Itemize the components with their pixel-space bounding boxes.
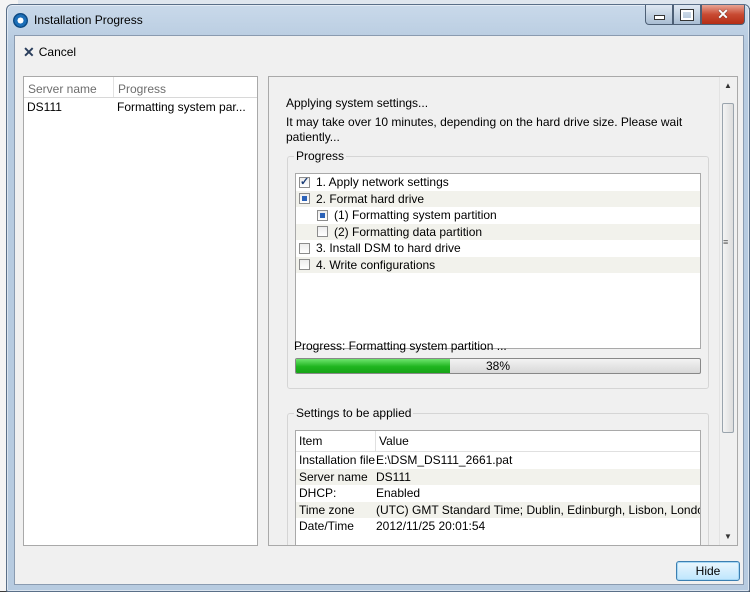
setting-item: Time zone (299, 502, 355, 517)
cancel-label: Cancel (38, 45, 77, 59)
step-label: (2) Formatting data partition (334, 224, 483, 239)
settings-group: Settings to be applied Item Value Instal… (287, 406, 709, 545)
settings-header-row: Item Value (296, 431, 700, 452)
progress-group-label: Progress (294, 149, 347, 163)
checked-checkbox-icon (299, 175, 310, 188)
step-label: 2. Format hard drive (316, 191, 425, 206)
toolbar: ✕ Cancel (15, 36, 743, 68)
step-label: 3. Install DSM to hard drive (316, 241, 461, 256)
partial-checkbox-icon (317, 209, 328, 221)
status-note: It may take over 10 minutes, depending o… (286, 115, 683, 144)
setting-value: DS111 (376, 469, 411, 484)
unchecked-checkbox-icon (317, 226, 328, 238)
column-header-item[interactable]: Item (296, 431, 376, 451)
progress-group: Progress 1. Apply network settings 2. Fo… (287, 149, 709, 389)
cancel-x-icon: ✕ (23, 44, 35, 60)
setting-value: Enabled (376, 486, 421, 501)
unchecked-checkbox-icon (299, 242, 310, 254)
progress-percent: 38% (485, 359, 511, 373)
details-pane: Applying system settings... It may take … (268, 76, 738, 546)
step-item: 3. Install DSM to hard drive (296, 240, 700, 257)
unchecked-checkbox-icon (299, 259, 310, 271)
table-row: Installation file E:\DSM_DS111_2661.pat (296, 452, 700, 469)
step-label: 4. Write configurations (316, 257, 436, 272)
scrollbar-grip-icon: ≡ (723, 237, 729, 247)
step-list: 1. Apply network settings 2. Format hard… (295, 173, 701, 349)
step-item: 2. Format hard drive (296, 190, 700, 207)
window-title: Installation Progress (34, 13, 143, 27)
column-header-progress[interactable]: Progress (114, 77, 257, 97)
status-heading: Applying system settings... (286, 96, 429, 110)
server-row[interactable]: DS111 Formatting system par... (24, 98, 257, 116)
minimize-button[interactable] (645, 5, 673, 25)
close-icon: ✕ (717, 6, 729, 22)
hide-button[interactable]: Hide (676, 561, 740, 581)
step-item: (1) Formatting system partition (296, 207, 700, 224)
partial-checkbox-icon (299, 193, 310, 205)
app-icon (13, 13, 28, 28)
step-label: (1) Formatting system partition (334, 208, 497, 223)
scrollbar-thumb[interactable] (722, 103, 734, 433)
table-row: Date/Time 2012/11/25 20:01:54 (296, 518, 700, 535)
step-item: 1. Apply network settings (296, 174, 700, 191)
title-bar[interactable]: Installation Progress ✕ (7, 5, 749, 35)
server-list[interactable]: Server name Progress DS111 Formatting sy… (23, 76, 258, 546)
setting-value: (UTC) GMT Standard Time; Dublin, Edinbur… (376, 502, 700, 517)
column-header-value[interactable]: Value (376, 434, 700, 448)
server-progress-cell: Formatting system par... (117, 100, 246, 114)
setting-value: E:\DSM_DS111_2661.pat (376, 453, 513, 468)
step-label: 1. Apply network settings (316, 175, 449, 190)
scroll-down-icon[interactable]: ▼ (724, 532, 732, 541)
scroll-up-icon[interactable]: ▲ (724, 81, 732, 90)
cancel-button[interactable]: ✕ Cancel (23, 45, 76, 59)
setting-item: DHCP: (299, 486, 337, 501)
details-scrollbar[interactable]: ▲ ≡ ▼ (719, 77, 737, 545)
maximize-button[interactable] (673, 5, 701, 25)
progress-bar: 38% (295, 358, 701, 374)
setting-item: Installation file (299, 453, 376, 468)
window-controls: ✕ (645, 5, 745, 25)
maximize-icon (680, 8, 694, 21)
setting-item: Server name (299, 469, 368, 484)
setting-item: Date/Time (299, 519, 354, 534)
server-list-header: Server name Progress (24, 77, 257, 98)
setting-value: 2012/11/25 20:01:54 (376, 519, 486, 534)
settings-group-label: Settings to be applied (294, 406, 414, 420)
installation-progress-dialog: Installation Progress ✕ ✕ Cancel Server … (6, 4, 750, 592)
server-name-cell: DS111 (27, 100, 62, 114)
current-progress-text: Progress: Formatting system partition ..… (294, 339, 507, 353)
dialog-body: ✕ Cancel Server name Progress DS111 Form… (14, 35, 744, 585)
close-button[interactable]: ✕ (701, 5, 745, 25)
table-row: Server name DS111 (296, 468, 700, 485)
step-item: 4. Write configurations (296, 256, 700, 273)
column-header-server-name[interactable]: Server name (24, 77, 114, 97)
step-item: (2) Formatting data partition (296, 223, 700, 240)
settings-table[interactable]: Item Value Installation file E:\DSM_DS11… (295, 430, 701, 545)
table-row: Time zone (UTC) GMT Standard Time; Dubli… (296, 501, 700, 518)
table-row: DHCP: Enabled (296, 485, 700, 502)
minimize-icon (653, 15, 665, 20)
